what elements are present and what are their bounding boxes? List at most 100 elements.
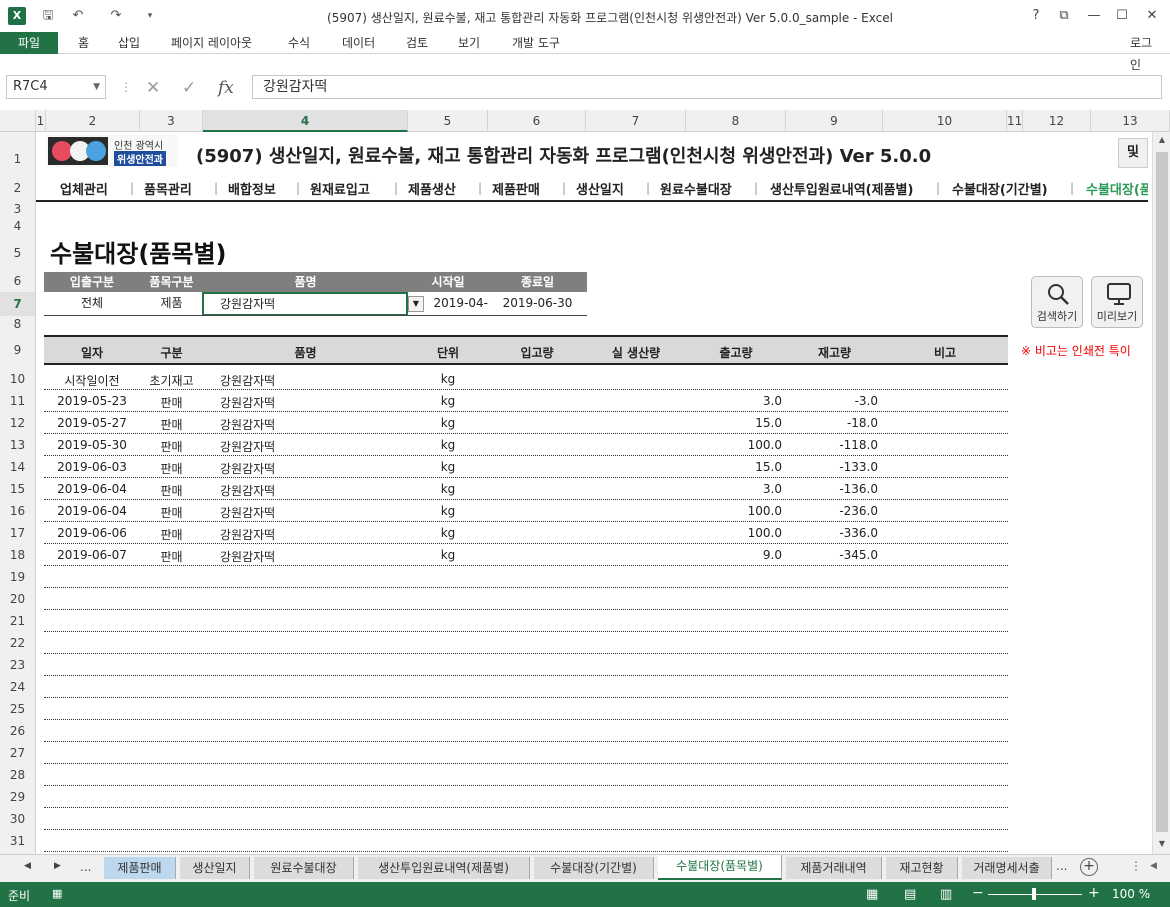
- tab-developer[interactable]: 개발 도구: [504, 32, 568, 54]
- row-header[interactable]: 7: [0, 292, 35, 316]
- sheet-tab[interactable]: 거래명세서출: [962, 857, 1052, 879]
- row-header[interactable]: 31: [0, 830, 35, 852]
- table-row[interactable]: 2019-06-04 판매 강원감자떡 kg 100.0 -236.0: [44, 500, 1008, 522]
- chevron-down-icon[interactable]: ▼: [93, 76, 100, 98]
- column-header-selected[interactable]: 4: [203, 110, 408, 132]
- column-header[interactable]: 11: [1007, 110, 1023, 132]
- undo-icon[interactable]: ↶: [70, 8, 86, 24]
- column-header[interactable]: 6: [488, 110, 586, 132]
- row-header[interactable]: 6: [0, 270, 35, 292]
- row-header[interactable]: 13: [0, 434, 35, 456]
- nav-item-ledger-item[interactable]: 수불대장(품: [1086, 179, 1148, 198]
- scroll-left-icon[interactable]: ◀: [1150, 861, 1157, 871]
- nav-item-ledger-period[interactable]: 수불대장(기간별): [952, 179, 1048, 198]
- split-handle-icon[interactable]: ⋮: [1130, 859, 1142, 873]
- table-row[interactable]: [44, 566, 1008, 588]
- column-header[interactable]: 12: [1023, 110, 1091, 132]
- close-icon[interactable]: ✕: [1140, 6, 1164, 26]
- row-header[interactable]: 12: [0, 412, 35, 434]
- row-header[interactable]: 11: [0, 390, 35, 412]
- table-row[interactable]: [44, 610, 1008, 632]
- row-header[interactable]: 10: [0, 368, 35, 390]
- column-header[interactable]: 9: [786, 110, 883, 132]
- sheet-tab[interactable]: 생산투입원료내역(제품별): [358, 857, 530, 879]
- formula-input[interactable]: 강원감자떡: [252, 75, 1162, 99]
- row-header[interactable]: 25: [0, 698, 35, 720]
- zoom-slider-thumb[interactable]: [1032, 888, 1036, 900]
- redo-icon[interactable]: ↷: [108, 8, 124, 24]
- table-row[interactable]: 2019-05-27 판매 강원감자떡 kg 15.0 -18.0: [44, 412, 1008, 434]
- table-row[interactable]: [44, 742, 1008, 764]
- select-all-corner[interactable]: [0, 110, 36, 132]
- row-header[interactable]: 1: [0, 132, 35, 174]
- page-layout-view-icon[interactable]: ▤: [904, 887, 916, 902]
- more-sheets-icon[interactable]: ...: [80, 860, 91, 874]
- column-header[interactable]: 2: [46, 110, 140, 132]
- table-row[interactable]: [44, 764, 1008, 786]
- table-row[interactable]: 2019-06-06 판매 강원감자떡 kg 100.0 -336.0: [44, 522, 1008, 544]
- worksheet[interactable]: 인천 광역시 위생안전과 (5907) 생산일지, 원료수불, 재고 통합관리 …: [36, 132, 1148, 854]
- table-row[interactable]: 2019-05-30 판매 강원감자떡 kg 100.0 -118.0: [44, 434, 1008, 456]
- nav-item-material-in[interactable]: 원재료입고: [310, 179, 370, 198]
- row-header[interactable]: 23: [0, 654, 35, 676]
- table-row[interactable]: [44, 654, 1008, 676]
- tab-view[interactable]: 보기: [450, 32, 488, 54]
- row-header[interactable]: 9: [0, 332, 35, 368]
- column-header[interactable]: 7: [586, 110, 686, 132]
- scroll-up-icon[interactable]: ▲: [1154, 132, 1170, 148]
- nav-item-sales[interactable]: 제품판매: [492, 179, 540, 198]
- column-header[interactable]: 8: [686, 110, 786, 132]
- tab-insert[interactable]: 삽입: [110, 32, 148, 54]
- row-header[interactable]: 5: [0, 236, 35, 270]
- save-icon[interactable]: 🖫: [40, 8, 56, 24]
- nav-item-production[interactable]: 제품생산: [408, 179, 456, 198]
- table-row[interactable]: 2019-06-04 판매 강원감자떡 kg 3.0 -136.0: [44, 478, 1008, 500]
- table-row[interactable]: 2019-06-07 판매 강원감자떡 kg 9.0 -345.0: [44, 544, 1008, 566]
- login-link[interactable]: 로그인: [1122, 32, 1170, 72]
- column-header[interactable]: 13: [1091, 110, 1170, 132]
- ribbon-display-icon[interactable]: ⧉: [1052, 6, 1076, 26]
- tab-file[interactable]: 파일: [0, 32, 58, 54]
- sheet-tab[interactable]: 제품판매: [104, 857, 176, 879]
- column-header[interactable]: 1: [36, 110, 46, 132]
- table-row[interactable]: [44, 676, 1008, 698]
- sheet-tab-active[interactable]: 수불대장(품목별): [658, 855, 782, 880]
- item-type-field[interactable]: 제품: [140, 292, 203, 314]
- row-header[interactable]: 20: [0, 588, 35, 610]
- sheet-tab[interactable]: 생산일지: [180, 857, 250, 879]
- sheet-tab[interactable]: 재고현황: [886, 857, 958, 879]
- table-row[interactable]: [44, 830, 1008, 852]
- zoom-level[interactable]: 100 %: [1112, 887, 1150, 901]
- row-header[interactable]: 28: [0, 764, 35, 786]
- zoom-in-icon[interactable]: +: [1088, 885, 1100, 901]
- tab-review[interactable]: 검토: [398, 32, 436, 54]
- tab-home[interactable]: 홈: [70, 32, 97, 54]
- nav-item-production-log[interactable]: 생산일지: [576, 179, 624, 198]
- normal-view-icon[interactable]: ▦: [866, 887, 878, 902]
- scroll-down-icon[interactable]: ▼: [1154, 836, 1170, 852]
- row-header[interactable]: 24: [0, 676, 35, 698]
- row-header[interactable]: 14: [0, 456, 35, 478]
- enter-icon[interactable]: ✓: [182, 78, 196, 98]
- customize-qat-icon[interactable]: ▾: [142, 8, 158, 24]
- table-row[interactable]: [44, 786, 1008, 808]
- nav-item-items[interactable]: 품목관리: [144, 179, 192, 198]
- row-header[interactable]: 15: [0, 478, 35, 500]
- maximize-icon[interactable]: ☐: [1110, 6, 1134, 26]
- scrollbar-thumb[interactable]: [1156, 152, 1168, 832]
- row-header[interactable]: 27: [0, 742, 35, 764]
- macro-record-icon[interactable]: ▦: [52, 887, 62, 900]
- table-row[interactable]: 2019-05-23 판매 강원감자떡 kg 3.0 -3.0: [44, 390, 1008, 412]
- row-header[interactable]: 3: [0, 202, 35, 216]
- row-header[interactable]: 21: [0, 610, 35, 632]
- row-header[interactable]: 26: [0, 720, 35, 742]
- column-header[interactable]: 10: [883, 110, 1007, 132]
- row-header[interactable]: 2: [0, 174, 35, 202]
- nav-item-material-ledger[interactable]: 원료수불대장: [660, 179, 732, 198]
- column-header[interactable]: 5: [408, 110, 488, 132]
- start-date-field[interactable]: 2019-04-01: [420, 292, 488, 314]
- row-header[interactable]: 8: [0, 316, 35, 332]
- table-row[interactable]: 2019-06-03 판매 강원감자떡 kg 15.0 -133.0: [44, 456, 1008, 478]
- preview-button[interactable]: 미리보기: [1091, 276, 1143, 328]
- sheet-tab[interactable]: 수불대장(기간별): [534, 857, 654, 879]
